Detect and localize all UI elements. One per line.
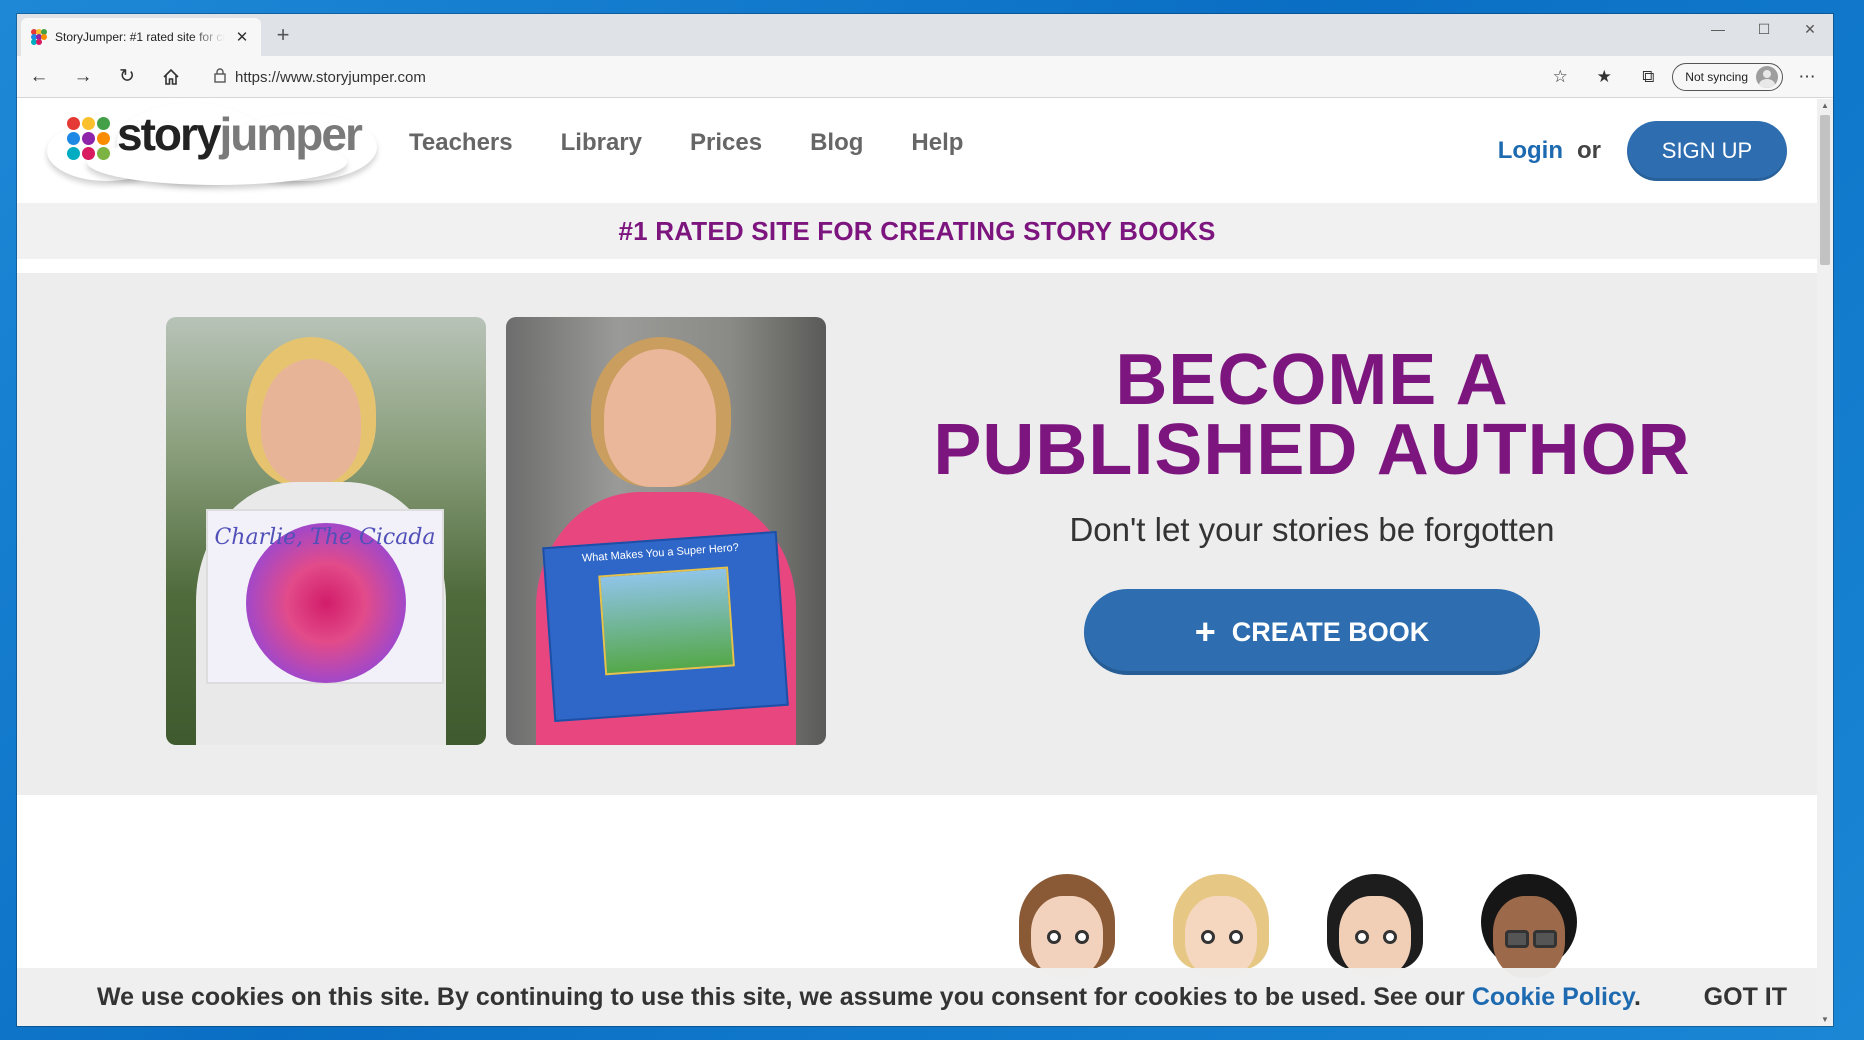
scroll-up-icon[interactable]: ▲	[1817, 101, 1833, 110]
author-photo-girl: What Makes You a Super Hero?	[506, 317, 826, 745]
profile-icon	[1756, 66, 1778, 88]
avatar-faces	[997, 874, 1597, 978]
minimize-icon[interactable]: —	[1695, 14, 1741, 44]
web-page: storyjumper Teachers Library Prices Blog…	[17, 99, 1817, 1026]
login-link[interactable]: Login	[1498, 137, 1563, 165]
cookie-policy-link[interactable]: Cookie Policy	[1472, 983, 1634, 1011]
profile-sync-button[interactable]: Not syncing	[1672, 63, 1783, 91]
browser-toolbar: ← → ↻ https://www.storyjumper.com ☆ ★ ⧉ …	[17, 56, 1833, 98]
book-charlie-cover: Charlie, The Cicada	[206, 509, 444, 684]
back-arrow-icon[interactable]: ←	[17, 57, 61, 97]
storyjumper-favicon-icon	[31, 29, 47, 45]
auth-area: Login or SIGN UP	[1498, 121, 1787, 181]
cookie-message: We use cookies on this site. By continui…	[97, 982, 1641, 1011]
scrollbar-thumb[interactable]	[1820, 115, 1830, 265]
logo-dots-icon	[67, 117, 113, 163]
home-icon[interactable]	[149, 57, 193, 97]
maximize-icon[interactable]: ☐	[1741, 14, 1787, 44]
browser-tab[interactable]: StoryJumper: #1 rated site for creating …	[21, 18, 261, 56]
star-icon[interactable]: ☆	[1540, 60, 1580, 94]
url-text[interactable]: https://www.storyjumper.com	[235, 69, 426, 86]
signup-button[interactable]: SIGN UP	[1627, 121, 1787, 181]
toolbar-right: ☆ ★ ⧉ Not syncing ⋯	[1540, 60, 1827, 94]
favorites-icon[interactable]: ★	[1584, 60, 1624, 94]
nav-teachers[interactable]: Teachers	[409, 123, 513, 163]
hero-headline: BECOME A PUBLISHED AUTHOR	[933, 340, 1691, 490]
tab-title: StoryJumper: #1 rated site for creating …	[55, 30, 225, 44]
cookie-banner: We use cookies on this site. By continui…	[17, 968, 1817, 1026]
refresh-icon[interactable]: ↻	[105, 57, 149, 97]
more-icon[interactable]: ⋯	[1787, 60, 1827, 94]
scroll-down-icon[interactable]: ▼	[1817, 1015, 1833, 1024]
tab-strip: StoryJumper: #1 rated site for creating …	[17, 14, 1833, 56]
window-controls: — ☐ ✕	[1695, 14, 1833, 44]
address-bar[interactable]: https://www.storyjumper.com	[205, 61, 1585, 93]
browser-window: StoryJumper: #1 rated site for creating …	[17, 14, 1833, 1026]
tagline-text: #1 RATED SITE FOR CREATING STORY BOOKS	[618, 215, 1216, 246]
plus-icon: +	[1194, 611, 1216, 652]
nav-help[interactable]: Help	[911, 123, 963, 163]
tagline-banner: #1 RATED SITE FOR CREATING STORY BOOKS	[17, 203, 1817, 273]
site-header: storyjumper Teachers Library Prices Blog…	[17, 99, 1817, 203]
author-photo-woman: Charlie, The Cicada	[166, 317, 486, 745]
lock-icon[interactable]	[205, 68, 235, 86]
storyjumper-logo[interactable]: storyjumper	[27, 99, 393, 185]
new-tab-button[interactable]: +	[269, 22, 297, 48]
hero-copy: BECOME A PUBLISHED AUTHOR Don't let your…	[932, 340, 1692, 675]
create-book-label: CREATE BOOK	[1231, 616, 1430, 647]
create-book-button[interactable]: + CREATE BOOK	[1084, 589, 1540, 675]
main-nav: Teachers Library Prices Blog Help	[409, 123, 963, 163]
nav-prices[interactable]: Prices	[690, 123, 762, 163]
hero-section: Charlie, The Cicada What Makes You a Sup…	[17, 273, 1817, 795]
page-scrollbar[interactable]: ▲ ▼	[1817, 99, 1833, 1026]
forward-arrow-icon[interactable]: →	[61, 57, 105, 97]
sync-label: Not syncing	[1685, 70, 1748, 84]
cookie-accept-button[interactable]: GOT IT	[1704, 968, 1787, 1026]
book-superhero-cover: What Makes You a Super Hero?	[542, 531, 789, 722]
or-text: or	[1577, 137, 1601, 164]
nav-blog[interactable]: Blog	[810, 123, 863, 163]
tab-close-icon[interactable]: ✕	[233, 28, 251, 46]
logo-wordmark: storyjumper	[117, 108, 363, 160]
hero-subheadline: Don't let your stories be forgotten	[1069, 511, 1555, 548]
book-title-charlie: Charlie, The Cicada	[214, 525, 436, 550]
window-close-icon[interactable]: ✕	[1787, 14, 1833, 44]
nav-library[interactable]: Library	[561, 123, 642, 163]
collections-icon[interactable]: ⧉	[1628, 60, 1668, 94]
